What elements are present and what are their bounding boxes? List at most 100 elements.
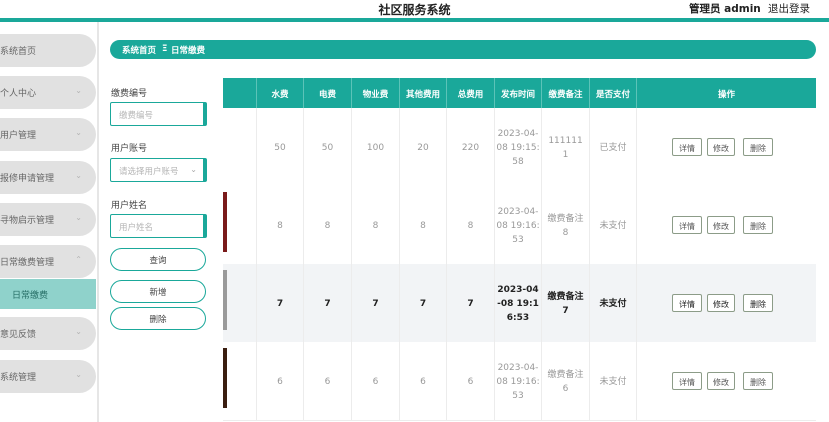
edit-button[interactable]: 修改 xyxy=(707,372,735,390)
sidebar-item-system[interactable]: 系统管理 ⌄ xyxy=(0,360,96,393)
breadcrumb-home[interactable]: 系统首页 xyxy=(122,44,156,56)
cell-other-text: 7 xyxy=(419,298,427,309)
batch-delete-button[interactable]: 删除 xyxy=(110,307,206,330)
sidebar-item-lost-found[interactable]: 寻物启示管理 ⌄ xyxy=(0,203,96,236)
cell-actions: 详情 修改 删除 xyxy=(637,186,816,265)
sidebar-item-label: 个人中心 xyxy=(0,89,37,99)
sidebar-item-users[interactable]: 用户管理 ⌄ xyxy=(0,118,96,151)
row-thumbnail xyxy=(223,192,227,252)
detail-button-label: 详情 xyxy=(679,378,695,387)
cell-total: 6 xyxy=(447,342,495,421)
payment-id-input[interactable]: 缴费编号 xyxy=(110,102,207,126)
delete-button[interactable]: 删除 xyxy=(743,138,773,156)
sidebar-subitem-daily-payment[interactable]: 日常缴费 xyxy=(0,279,96,309)
cell-paid-text: 未支付 xyxy=(599,298,627,309)
logout-link[interactable]: 退出登录 xyxy=(768,1,810,16)
cell-note: 缴费备注6 xyxy=(542,342,590,421)
edit-button-label: 修改 xyxy=(713,144,729,153)
header-time: 发布时间 xyxy=(495,78,542,108)
sidebar-item-label: 寻物启示管理 xyxy=(0,216,55,226)
delete-button[interactable]: 删除 xyxy=(743,372,773,390)
edit-button-label: 修改 xyxy=(713,378,729,387)
cell-paid-text: 未支付 xyxy=(599,220,627,231)
detail-button-label: 详情 xyxy=(679,300,695,309)
chevron-down-icon: ⌄ xyxy=(190,165,197,174)
cell-paid: 未支付 xyxy=(590,264,637,343)
cell-other-text: 8 xyxy=(420,220,426,231)
chevron-down-icon: ⌄ xyxy=(75,171,82,180)
sidebar-item-home[interactable]: 系统首页 xyxy=(0,34,96,67)
header-electric: 电费 xyxy=(304,78,352,108)
delete-button[interactable]: 删除 xyxy=(743,216,773,234)
cell-other-text: 6 xyxy=(420,376,426,387)
cell-image xyxy=(223,264,257,343)
sidebar-item-payment[interactable]: 日常缴费管理 ⌃ xyxy=(0,245,96,278)
detail-button[interactable]: 详情 xyxy=(672,138,702,156)
cell-other: 6 xyxy=(400,342,447,421)
cell-electric: 8 xyxy=(304,186,352,265)
cell-note: 缴费备注8 xyxy=(542,186,590,265)
breadcrumb-current: 日常缴费 xyxy=(171,46,206,56)
delete-button-label: 删除 xyxy=(750,222,766,231)
cell-property-text: 6 xyxy=(372,376,379,387)
cell-electric-text: 7 xyxy=(324,298,331,309)
cell-time-text: 2023-04-08 19:16:53 xyxy=(497,284,539,323)
chevron-down-icon: ⌄ xyxy=(75,370,82,379)
cell-total: 220 xyxy=(447,108,495,187)
delete-button[interactable]: 删除 xyxy=(743,294,773,312)
header-other: 其他费用 xyxy=(400,78,447,108)
user-name-input[interactable]: 用户姓名 xyxy=(110,214,207,238)
cell-note: 1111111 xyxy=(542,108,590,187)
edit-button[interactable]: 修改 xyxy=(707,294,735,312)
edit-button[interactable]: 修改 xyxy=(707,216,735,234)
edit-button-label: 修改 xyxy=(713,222,729,231)
cell-total: 8 xyxy=(447,186,495,265)
row-thumbnail xyxy=(223,270,227,330)
table-row: 8 8 8 8 8 2023-04-08 19:16:53 缴费备注8 未支付 详情 修改 删除 xyxy=(223,186,816,265)
cell-paid-text: 未支付 xyxy=(599,376,627,387)
batch-delete-button-label: 删除 xyxy=(149,315,167,325)
cell-note-text: 1111111 xyxy=(548,135,583,160)
payment-id-placeholder: 缴费编号 xyxy=(119,111,154,121)
cell-time: 2023-04-08 19:16:53 xyxy=(495,342,542,421)
chevron-down-icon: ⌄ xyxy=(75,128,82,137)
header-note: 缴费备注 xyxy=(542,78,590,108)
header-water: 水费 xyxy=(257,78,304,108)
detail-button[interactable]: 详情 xyxy=(672,216,702,234)
cell-property-text: 100 xyxy=(366,142,385,153)
cell-total-text: 7 xyxy=(467,298,474,309)
cell-actions: 详情 修改 删除 xyxy=(637,264,816,343)
breadcrumb: 系统首页 Ξ 日常缴费 xyxy=(110,40,816,59)
sidebar-item-profile[interactable]: 个人中心 ⌄ xyxy=(0,76,96,109)
cell-other: 8 xyxy=(400,186,447,265)
cell-water: 6 xyxy=(257,342,304,421)
user-account-placeholder: 请选择用户账号 xyxy=(119,167,179,177)
header-paid: 是否支付 xyxy=(590,78,637,108)
cell-actions: 详情 修改 删除 xyxy=(637,108,816,187)
cell-other: 7 xyxy=(400,264,447,343)
cell-note: 缴费备注7 xyxy=(542,264,590,343)
table-header: 水费 电费 物业费 其他费用 总费用 发布时间 缴费备注 是否支付 操作 xyxy=(223,78,816,108)
delete-button-label: 删除 xyxy=(750,378,766,387)
cell-electric: 50 xyxy=(304,108,352,187)
detail-button[interactable]: 详情 xyxy=(672,372,702,390)
sidebar-item-repair[interactable]: 报修申请管理 ⌄ xyxy=(0,161,96,194)
cell-time: 2023-04-08 19:15:58 xyxy=(495,108,542,187)
cell-electric: 6 xyxy=(304,342,352,421)
chevron-down-icon: ⌄ xyxy=(75,86,82,95)
user-account-select[interactable]: 请选择用户账号 ⌄ xyxy=(110,158,207,182)
cell-water: 8 xyxy=(257,186,304,265)
user-account-label: 用户账号 xyxy=(111,144,148,154)
edit-button[interactable]: 修改 xyxy=(707,138,735,156)
payment-id-label: 缴费编号 xyxy=(111,89,148,99)
add-button[interactable]: 新增 xyxy=(110,280,206,303)
cell-property: 8 xyxy=(352,186,400,265)
query-button[interactable]: 查询 xyxy=(110,248,206,271)
cell-paid-text: 已支付 xyxy=(599,142,627,153)
detail-button[interactable]: 详情 xyxy=(672,294,702,312)
user-name-placeholder: 用户姓名 xyxy=(119,223,154,233)
sidebar-item-label: 用户管理 xyxy=(0,131,37,141)
sidebar-item-feedback[interactable]: 意见反馈 ⌄ xyxy=(0,317,96,350)
sidebar-item-label: 系统管理 xyxy=(0,373,37,383)
header-actions: 操作 xyxy=(717,90,735,100)
